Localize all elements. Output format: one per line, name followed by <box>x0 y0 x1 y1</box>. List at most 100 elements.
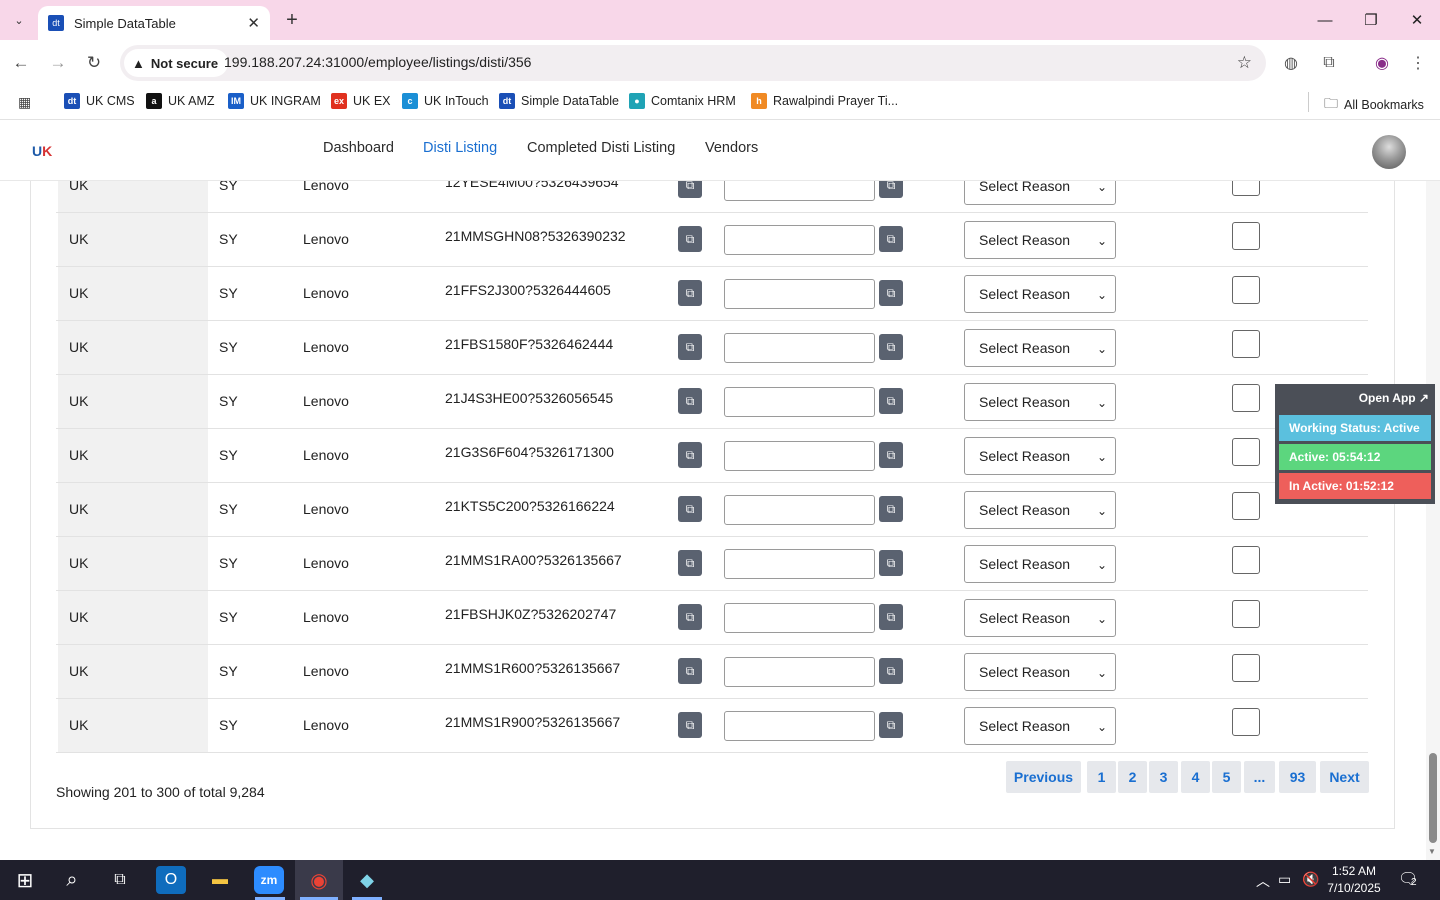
bookmark-item[interactable]: a UK AMZ <box>146 93 215 109</box>
browser-tab[interactable]: dt Simple DataTable ✕ <box>38 6 270 40</box>
select-reason-dropdown[interactable]: Select Reason ⌄ <box>964 329 1116 367</box>
scroll-down-icon[interactable]: ▼ <box>1428 847 1436 856</box>
select-reason-dropdown[interactable]: Select Reason ⌄ <box>964 707 1116 745</box>
file-explorer-icon[interactable]: ▬ <box>205 866 235 894</box>
bookmark-star-icon[interactable]: ☆ <box>1237 53 1252 73</box>
open-app-link[interactable]: Open App ↗ <box>1359 391 1429 405</box>
row-text-input[interactable] <box>724 333 875 363</box>
zoom-icon[interactable]: zm <box>254 866 284 894</box>
row-text-input[interactable] <box>724 181 875 201</box>
row-checkbox[interactable] <box>1232 181 1260 196</box>
page-2-button[interactable]: 2 <box>1118 761 1147 793</box>
copy-input-icon[interactable]: ⧉ <box>879 334 903 360</box>
row-text-input[interactable] <box>724 387 875 417</box>
copy-part-icon[interactable]: ⧉ <box>678 550 702 576</box>
row-checkbox[interactable] <box>1232 600 1260 628</box>
search-icon[interactable]: ⌕ <box>57 866 87 894</box>
row-checkbox[interactable] <box>1232 330 1260 358</box>
nav-disti-listing[interactable]: Disti Listing <box>423 140 497 156</box>
select-reason-dropdown[interactable]: Select Reason ⌄ <box>964 221 1116 259</box>
uk-logo[interactable]: UK <box>32 139 58 163</box>
row-text-input[interactable] <box>724 711 875 741</box>
page-3-button[interactable]: 3 <box>1149 761 1178 793</box>
copy-part-icon[interactable]: ⧉ <box>678 658 702 684</box>
select-reason-dropdown[interactable]: Select Reason ⌄ <box>964 383 1116 421</box>
row-text-input[interactable] <box>724 441 875 471</box>
copy-part-icon[interactable]: ⧉ <box>678 496 702 522</box>
chrome-icon[interactable]: ◉ <box>304 866 334 894</box>
row-text-input[interactable] <box>724 549 875 579</box>
copy-part-icon[interactable]: ⧉ <box>678 442 702 468</box>
copy-input-icon[interactable]: ⧉ <box>879 496 903 522</box>
outlook-icon[interactable]: O <box>156 866 186 894</box>
all-bookmarks-button[interactable]: 🗀 All Bookmarks <box>1324 93 1424 117</box>
nav-dashboard[interactable]: Dashboard <box>323 140 394 156</box>
taskbar-clock[interactable]: 1:52 AM 7/10/2025 <box>1322 863 1386 897</box>
app-diamond-icon[interactable]: ◆ <box>352 866 382 894</box>
select-reason-dropdown[interactable]: Select Reason ⌄ <box>964 545 1116 583</box>
site-info-button[interactable]: ▲ Not secure <box>124 49 229 77</box>
restore-icon[interactable]: ❐ <box>1358 8 1384 32</box>
copy-input-icon[interactable]: ⧉ <box>879 658 903 684</box>
back-icon[interactable]: ← <box>8 50 34 76</box>
bookmark-item[interactable]: dt UK CMS <box>64 93 135 109</box>
select-reason-dropdown[interactable]: Select Reason ⌄ <box>964 437 1116 475</box>
copy-input-icon[interactable]: ⧉ <box>879 712 903 738</box>
nav-completed-disti-listing[interactable]: Completed Disti Listing <box>527 140 675 156</box>
tray-chevron-icon[interactable]: ︿ <box>1256 871 1270 891</box>
scroll-thumb[interactable] <box>1429 753 1437 843</box>
select-reason-dropdown[interactable]: Select Reason ⌄ <box>964 181 1116 205</box>
copy-part-icon[interactable]: ⧉ <box>678 388 702 414</box>
row-checkbox[interactable] <box>1232 654 1260 682</box>
copy-part-icon[interactable]: ⧉ <box>678 334 702 360</box>
bookmark-item[interactable]: c UK InTouch <box>402 93 489 109</box>
row-checkbox[interactable] <box>1232 276 1260 304</box>
copy-input-icon[interactable]: ⧉ <box>879 280 903 306</box>
row-text-input[interactable] <box>724 225 875 255</box>
copy-input-icon[interactable]: ⧉ <box>879 604 903 630</box>
copy-part-icon[interactable]: ⧉ <box>678 226 702 252</box>
bookmark-item[interactable]: IM UK INGRAM <box>228 93 321 109</box>
row-checkbox[interactable] <box>1232 384 1260 412</box>
network-icon[interactable]: ▭ <box>1278 871 1291 888</box>
page-93-button[interactable]: 93 <box>1279 761 1316 793</box>
notification-icon[interactable]: 🗨 2 <box>1398 869 1418 889</box>
copy-input-icon[interactable]: ⧉ <box>879 388 903 414</box>
reload-icon[interactable]: ↻ <box>81 50 107 76</box>
chrome-menu-icon[interactable]: ⋮ <box>1407 52 1429 74</box>
translate-icon[interactable]: ◍ <box>1280 52 1302 74</box>
profile-icon[interactable]: ◉ <box>1371 52 1393 74</box>
row-text-input[interactable] <box>724 495 875 525</box>
select-reason-dropdown[interactable]: Select Reason ⌄ <box>964 491 1116 529</box>
nav-vendors[interactable]: Vendors <box>705 140 758 156</box>
bookmark-item[interactable]: dt Simple DataTable <box>499 93 619 109</box>
user-avatar[interactable] <box>1372 135 1406 169</box>
row-checkbox[interactable] <box>1232 708 1260 736</box>
previous-page-button[interactable]: Previous <box>1006 761 1081 793</box>
bookmark-item[interactable]: ● Comtanix HRM <box>629 93 736 109</box>
select-reason-dropdown[interactable]: Select Reason ⌄ <box>964 599 1116 637</box>
minimize-icon[interactable]: — <box>1312 8 1338 32</box>
copy-input-icon[interactable]: ⧉ <box>879 442 903 468</box>
copy-part-icon[interactable]: ⧉ <box>678 712 702 738</box>
volume-muted-icon[interactable]: 🔇 <box>1302 871 1319 888</box>
new-tab-button[interactable]: + <box>280 8 304 32</box>
apps-grid-icon[interactable]: ▦ <box>18 94 31 111</box>
copy-part-icon[interactable]: ⧉ <box>678 181 702 198</box>
page-5-button[interactable]: 5 <box>1212 761 1241 793</box>
copy-input-icon[interactable]: ⧉ <box>879 181 903 198</box>
row-checkbox[interactable] <box>1232 546 1260 574</box>
next-page-button[interactable]: Next <box>1320 761 1369 793</box>
page-1-button[interactable]: 1 <box>1087 761 1116 793</box>
task-view-icon[interactable]: ⧉ <box>105 866 135 894</box>
row-text-input[interactable] <box>724 657 875 687</box>
forward-icon[interactable]: → <box>45 50 71 76</box>
copy-part-icon[interactable]: ⧉ <box>678 604 702 630</box>
select-reason-dropdown[interactable]: Select Reason ⌄ <box>964 275 1116 313</box>
address-bar[interactable]: ▲ Not secure 199.188.207.24:31000/employ… <box>120 45 1266 81</box>
extensions-icon[interactable]: ⧉ <box>1318 52 1340 74</box>
start-icon[interactable]: ⊞ <box>10 866 40 894</box>
copy-part-icon[interactable]: ⧉ <box>678 280 702 306</box>
bookmark-item[interactable]: ex UK EX <box>331 93 391 109</box>
copy-input-icon[interactable]: ⧉ <box>879 226 903 252</box>
